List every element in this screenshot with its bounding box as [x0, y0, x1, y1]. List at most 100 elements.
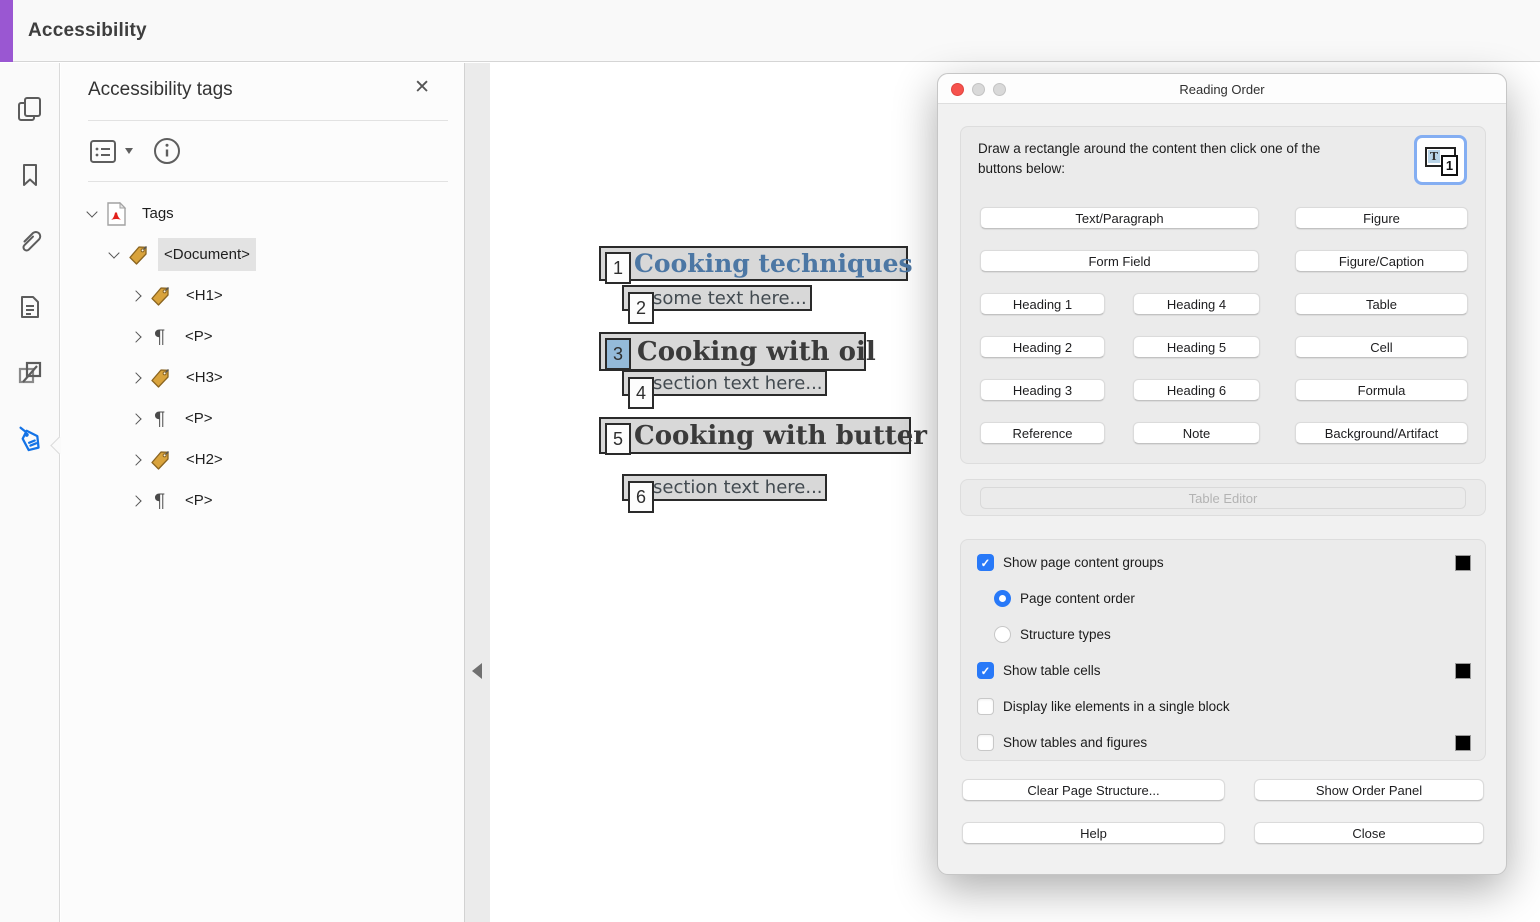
attachments-icon[interactable] [14, 225, 46, 257]
accent-stripe [0, 0, 13, 62]
table-button[interactable]: Table [1295, 293, 1468, 315]
reading-order-badge[interactable]: 1 [605, 252, 631, 284]
tag-icon [149, 367, 171, 389]
reference-button[interactable]: Reference [980, 422, 1105, 444]
paragraph-icon: ¶ [149, 490, 170, 512]
chevron-right-icon[interactable] [130, 372, 141, 383]
tree-item-label: <H1> [180, 279, 229, 312]
table-cells-color-swatch[interactable] [1455, 663, 1471, 679]
page-content-order-radio[interactable] [994, 590, 1011, 607]
reading-order-badge[interactable]: 4 [628, 377, 654, 409]
tree-item-tags[interactable]: Tags [61, 193, 464, 234]
display-like-elements-checkbox[interactable] [977, 698, 994, 715]
option-label: Show tables and figures [1003, 735, 1147, 750]
content-group-h2[interactable]: Cooking with butter [599, 417, 911, 454]
heading-1-button[interactable]: Heading 1 [980, 293, 1105, 315]
content-text: section text here... [653, 477, 823, 498]
display-options-group: ✓ Show page content groups Page content … [960, 539, 1486, 761]
show-page-content-groups-checkbox[interactable]: ✓ [977, 554, 994, 571]
paragraph-icon: ¶ [149, 408, 170, 430]
app-window: Accessibility [0, 0, 1540, 922]
content-text: some text here... [653, 288, 807, 309]
table-editor-group: Table Editor [960, 479, 1486, 516]
heading-4-button[interactable]: Heading 4 [1133, 293, 1260, 315]
close-button[interactable]: Close [1254, 822, 1484, 844]
chevron-down-icon[interactable] [86, 206, 97, 217]
show-tables-figures-checkbox[interactable] [977, 734, 994, 751]
help-button[interactable]: Help [962, 822, 1225, 844]
background-artifact-button[interactable]: Background/Artifact [1295, 422, 1468, 444]
collapse-panel-icon[interactable] [472, 663, 482, 679]
tree-item-h1[interactable]: <H1> [61, 275, 464, 316]
tree-item-p[interactable]: ¶ <P> [61, 316, 464, 357]
cell-button[interactable]: Cell [1295, 336, 1468, 358]
reading-order-dialog: Reading Order Draw a rectangle around th… [937, 73, 1507, 875]
minimize-window-icon[interactable] [972, 83, 985, 96]
chevron-right-icon[interactable] [130, 413, 141, 424]
tag-icon [149, 449, 171, 471]
bookmarks-icon[interactable] [14, 159, 46, 191]
heading-5-button[interactable]: Heading 5 [1133, 336, 1260, 358]
reading-order-badge[interactable]: 2 [628, 292, 654, 324]
form-field-button[interactable]: Form Field [980, 250, 1259, 272]
content-groups-color-swatch[interactable] [1455, 555, 1471, 571]
dialog-titlebar[interactable]: Reading Order [938, 74, 1506, 104]
reading-order-badge[interactable]: 5 [605, 423, 631, 455]
accessibility-tags-panel: Accessibility tags ✕ [61, 63, 464, 922]
reading-order-badge[interactable]: 6 [628, 481, 654, 513]
reading-order-badge-selected[interactable]: 3 [605, 338, 631, 370]
struct-1-glyph: 1 [1441, 155, 1458, 176]
option-label: Page content order [1020, 591, 1135, 606]
tree-item-p[interactable]: ¶ <P> [61, 398, 464, 439]
chevron-right-icon[interactable] [130, 290, 141, 301]
show-table-cells-checkbox[interactable]: ✓ [977, 662, 994, 679]
table-editor-button[interactable]: Table Editor [980, 487, 1466, 509]
chevron-right-icon[interactable] [130, 454, 141, 465]
dialog-title: Reading Order [938, 74, 1506, 104]
tree-item-p[interactable]: ¶ <P> [61, 480, 464, 521]
chevron-right-icon[interactable] [130, 331, 141, 342]
option-label: Display like elements in a single block [1003, 699, 1230, 714]
chevron-right-icon[interactable] [130, 495, 141, 506]
tree-item-h3[interactable]: <H3> [61, 357, 464, 398]
tree-item-document[interactable]: <Document> [61, 234, 464, 275]
content-group-h1[interactable]: Cooking techniques [599, 246, 908, 281]
show-order-panel-button[interactable]: Show Order Panel [1254, 779, 1484, 801]
note-button[interactable]: Note [1133, 422, 1260, 444]
tree-item-label: <Document> [158, 238, 256, 271]
panel-gutter [464, 63, 490, 922]
tree-item-label: <H2> [180, 443, 229, 476]
content-group-h3[interactable]: Cooking with oil [599, 332, 866, 371]
page-thumbnails-icon[interactable] [14, 93, 46, 125]
formula-button[interactable]: Formula [1295, 379, 1468, 401]
heading-6-button[interactable]: Heading 6 [1133, 379, 1260, 401]
struct-T-glyph: T [1428, 150, 1440, 163]
tree-item-label: <P> [179, 402, 219, 435]
tree-item-h2[interactable]: <H2> [61, 439, 464, 480]
structure-types-radio[interactable] [994, 626, 1011, 643]
chevron-down-icon[interactable] [108, 247, 119, 258]
close-window-icon[interactable] [951, 83, 964, 96]
zoom-window-icon[interactable] [993, 83, 1006, 96]
tags-tree: Tags <Document> [61, 182, 464, 521]
accessibility-tags-icon[interactable] [14, 423, 46, 455]
content-icon[interactable] [14, 291, 46, 323]
clear-page-structure-button[interactable]: Clear Page Structure... [962, 779, 1225, 801]
text-paragraph-button[interactable]: Text/Paragraph [980, 207, 1259, 229]
tag-options-icon[interactable] [88, 138, 118, 165]
info-icon[interactable] [152, 136, 182, 166]
content-text: Cooking with butter [634, 421, 927, 451]
tree-item-label: Tags [136, 197, 180, 230]
tables-figures-color-swatch[interactable] [1455, 735, 1471, 751]
close-panel-icon[interactable]: ✕ [414, 78, 430, 97]
figure-button[interactable]: Figure [1295, 207, 1468, 229]
structure-type-icon[interactable]: T 1 [1414, 135, 1467, 185]
options-dropdown-caret-icon[interactable] [125, 148, 133, 154]
order-panel-icon[interactable] [14, 357, 46, 389]
pdf-icon [105, 202, 127, 226]
heading-2-button[interactable]: Heading 2 [980, 336, 1105, 358]
content-text: Cooking with oil [637, 337, 876, 367]
dialog-instructions: Draw a rectangle around the content then… [978, 139, 1350, 180]
heading-3-button[interactable]: Heading 3 [980, 379, 1105, 401]
figure-caption-button[interactable]: Figure/Caption [1295, 250, 1468, 272]
